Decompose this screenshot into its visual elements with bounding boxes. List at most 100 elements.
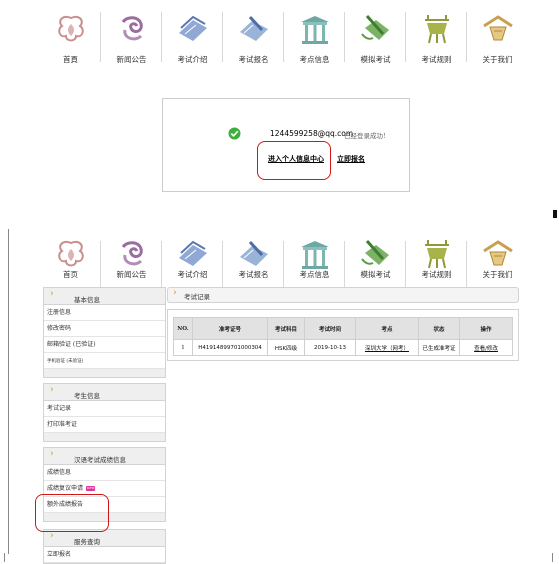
nav-label: 首頁	[63, 55, 78, 64]
top-nav: 首頁 新闻公告 考试介绍 考试报名 考点信息 模拟考试 考试规则 关于我们	[40, 8, 528, 66]
news-swirl-icon	[115, 237, 149, 271]
pavilion-icon	[298, 237, 332, 271]
table-header: 考点	[355, 317, 419, 340]
brush-icon	[359, 12, 393, 46]
roof-lantern-icon	[481, 237, 515, 271]
nav-label: 考试规则	[421, 55, 452, 64]
check-icon	[228, 127, 241, 140]
home-knot-icon	[54, 237, 88, 271]
sidebar-link-label: 邮箱验证 (已验证)	[47, 341, 96, 348]
sidebar-link[interactable]: 成绩信息	[44, 465, 165, 481]
sidebar-link-label: 成绩信息	[47, 469, 72, 476]
table-cell[interactable]: 查看/修改	[459, 339, 513, 356]
section-arrow-icon: ›	[50, 385, 54, 395]
table-header: 操作	[459, 317, 513, 340]
user-email: 1244599258@qq.com	[270, 129, 354, 138]
book-icon	[176, 12, 210, 46]
nav-label: 考试介绍	[177, 55, 208, 64]
records-table-wrap: NO. 准考证号 考试科目 考试时间 考点 状态 操作 1 H4191489970100030…	[167, 309, 519, 361]
nav-label: 考点信息	[299, 270, 330, 279]
sidebar-link[interactable]: 立即报名	[44, 547, 165, 563]
registration-book-icon	[237, 237, 271, 271]
section-arrow-icon: ›	[50, 449, 54, 459]
new-badge: new	[86, 486, 96, 491]
sidebar-section-1: › 考生信息 考试记录打印准考证	[43, 383, 166, 442]
ding-vessel-icon	[420, 12, 454, 46]
sidebar-section-title: 考生信息	[74, 392, 100, 400]
nav-label: 考试报名	[238, 270, 269, 279]
sidebar-link-label: 手机验证 (未验证)	[47, 359, 84, 364]
sidebar-section-header: › 服务查询	[44, 530, 165, 547]
nav-label: 考点信息	[299, 55, 330, 64]
table-row: 1 H41914899701000304 HSK四级 2019-10-13 深圳大学（网…	[173, 339, 513, 356]
home-knot-icon	[54, 12, 88, 46]
sidebar-link-label: 修改密码	[47, 325, 72, 332]
ding-vessel-icon	[420, 237, 454, 271]
pavilion-icon	[298, 12, 332, 46]
sidebar-link-label: 注册信息	[47, 309, 72, 316]
sidebar-link[interactable]: 手机验证 (未验证)	[44, 353, 165, 369]
sidebar-section-footer	[44, 369, 165, 377]
table-cell: 1	[173, 339, 193, 356]
nav-label: 首页	[63, 270, 78, 279]
table-cell: 2019-10-13	[304, 339, 356, 356]
nav-item-6[interactable]: 考试规则	[406, 8, 467, 66]
book-icon	[176, 237, 210, 271]
table-cell: H41914899701000304	[192, 339, 268, 356]
nav-item-3[interactable]: 考试报名	[223, 8, 284, 66]
nav-item-4[interactable]: 考点信息	[284, 8, 345, 66]
nav-item-5[interactable]: 模拟考试	[345, 8, 406, 66]
sidebar-section-header: › 汉语考试成绩信息	[44, 448, 165, 465]
nav-label: 模拟考试	[360, 270, 391, 279]
sidebar-section-title: 基本信息	[74, 296, 100, 304]
nav-label: 考试介绍	[177, 270, 208, 279]
frame-bottom-tick-right	[552, 553, 553, 562]
sidebar-link[interactable]: 打印准考证	[44, 417, 165, 433]
table-header: 状态	[418, 317, 460, 340]
sidebar-link-label: 打印准考证	[47, 421, 78, 428]
table-cell[interactable]: 深圳大学（网考）	[355, 339, 419, 356]
highlight-extra-report	[35, 494, 109, 532]
nav-item-2[interactable]: 考试介绍	[162, 8, 223, 66]
sidebar-section-header: › 基本信息	[44, 288, 165, 305]
nav-label: 考试报名	[238, 55, 269, 64]
roof-lantern-icon	[481, 12, 515, 46]
sidebar-link[interactable]: 修改密码	[44, 321, 165, 337]
records-title: 考试记录	[184, 293, 210, 301]
sidebar-section-header: › 考生信息	[44, 384, 165, 401]
sidebar-link[interactable]: 考试记录	[44, 401, 165, 417]
sidebar-link-label: 考试记录	[47, 405, 72, 412]
highlight-enter-center	[257, 141, 331, 180]
edge-marker	[553, 210, 557, 218]
sidebar-link[interactable]: 邮箱验证 (已验证)	[44, 337, 165, 353]
records-header-bar: › 考试记录	[167, 287, 519, 303]
sidebar-link-label: 成绩复议申请	[47, 485, 84, 492]
frame-bottom-tick-left	[4, 553, 5, 562]
nav-item-1[interactable]: 新闻公告	[101, 8, 162, 66]
registration-book-icon	[237, 12, 271, 46]
nav-label: 模拟考试	[360, 55, 391, 64]
nav-item-7[interactable]: 关于我们	[467, 8, 528, 66]
records-table: NO. 准考证号 考试科目 考试时间 考点 状态 操作 1 H4191489970100030…	[173, 317, 513, 356]
nav-item-0[interactable]: 首頁	[40, 8, 101, 66]
sidebar-link-label: 立即报名	[47, 551, 72, 558]
sidebar-link[interactable]: 注册信息	[44, 305, 165, 321]
table-header: NO.	[173, 317, 193, 340]
table-cell: HSK四级	[267, 339, 305, 356]
sidebar-section-title: 服务查询	[74, 538, 100, 546]
table-header: 准考证号	[192, 317, 268, 340]
nav-label: 关于我们	[482, 55, 513, 64]
records-arrow-icon: ›	[173, 288, 177, 298]
nav-label: 新闻公告	[116, 55, 147, 64]
nav-label: 关于我们	[482, 270, 513, 279]
login-status-text: 已经登录成功!	[344, 132, 386, 140]
sidebar-section-3: › 服务查询 立即报名	[43, 529, 166, 564]
brush-icon	[359, 237, 393, 271]
sidebar-section-title: 汉语考试成绩信息	[74, 456, 126, 464]
sidebar-section-footer	[44, 433, 165, 441]
section-arrow-icon: ›	[50, 531, 54, 541]
nav-label: 考试规则	[421, 270, 452, 279]
section-arrow-icon: ›	[50, 289, 54, 299]
sidebar-section-0: › 基本信息 注册信息修改密码邮箱验证 (已验证) 手机验证 (未验证)	[43, 287, 166, 378]
register-now-link[interactable]: 立即报名	[337, 154, 365, 164]
